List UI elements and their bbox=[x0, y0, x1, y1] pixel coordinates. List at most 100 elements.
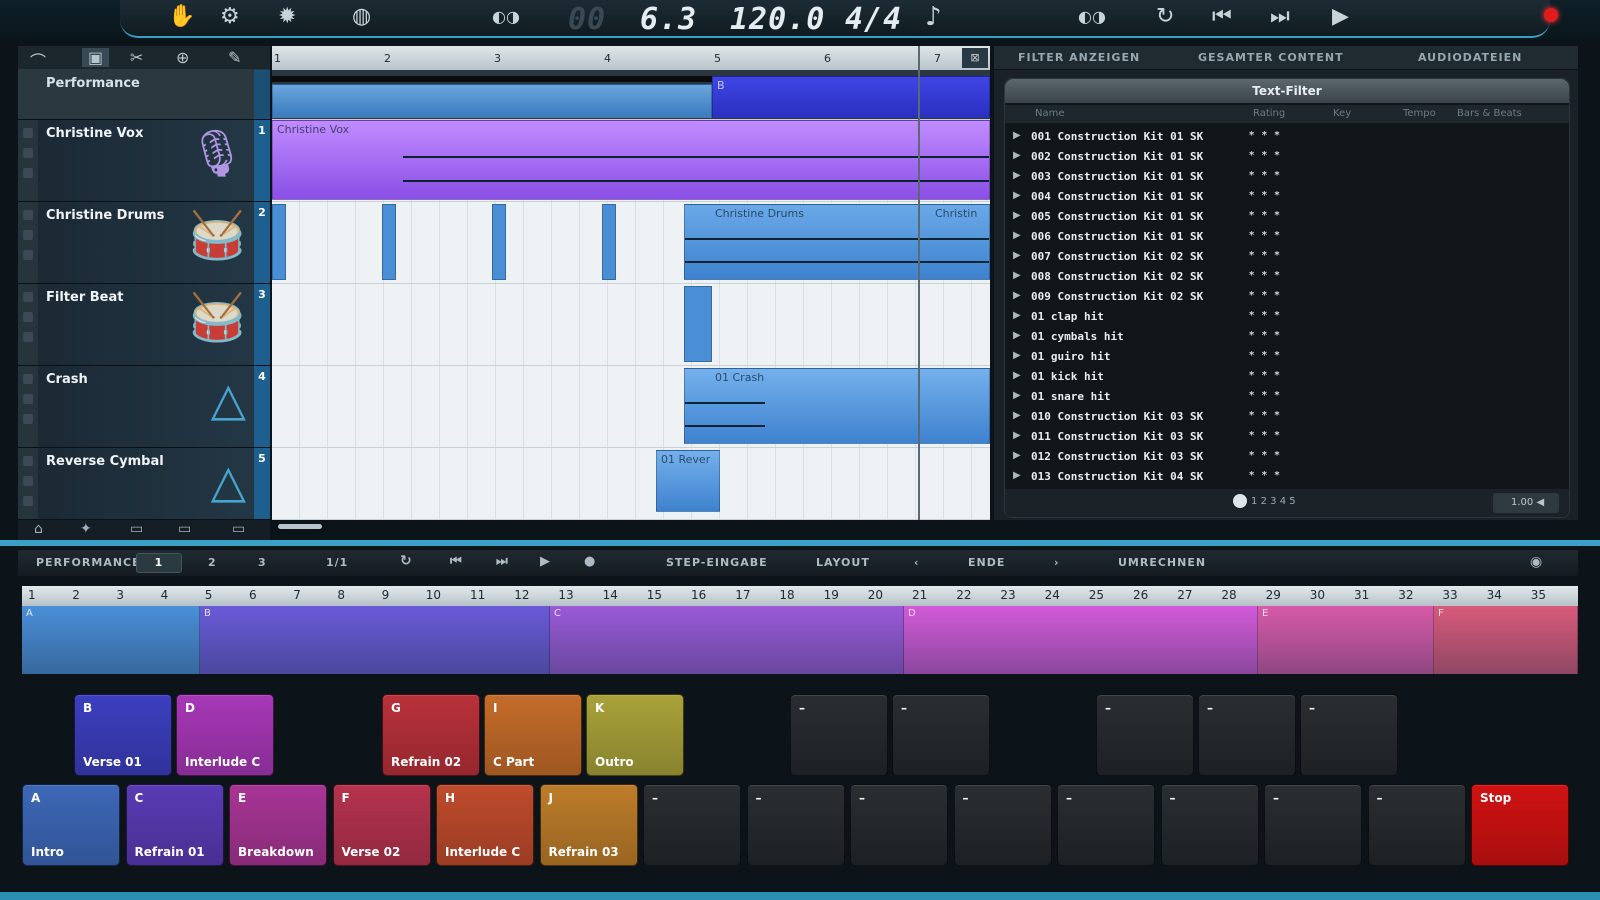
record-mode-icon[interactable]: ◐◑ bbox=[1078, 6, 1106, 28]
drum-hit-clip[interactable] bbox=[492, 204, 506, 280]
play-preview-icon[interactable]: ▶ bbox=[1013, 430, 1021, 441]
scene-pad[interactable]: – bbox=[1300, 694, 1398, 776]
clip-crash[interactable]: 01 Crash bbox=[684, 368, 990, 444]
forward-icon[interactable]: ⏭ bbox=[496, 554, 509, 569]
mute-button[interactable] bbox=[23, 210, 33, 220]
play-preview-icon[interactable]: ▶ bbox=[1013, 250, 1021, 261]
play-preview-icon[interactable]: ▶ bbox=[1013, 290, 1021, 301]
monitor-icon[interactable]: ▭ bbox=[232, 521, 245, 537]
scene-pad[interactable]: – bbox=[1057, 784, 1155, 866]
scene-pad[interactable]: E Breakdown bbox=[229, 784, 327, 866]
browser-row[interactable]: ▶ 005 Construction Kit 01 SK * * * bbox=[1005, 207, 1569, 227]
monitor-icon[interactable]: ▭ bbox=[130, 521, 143, 537]
track-christine-vox[interactable]: Christine Vox 🎙 1 bbox=[18, 120, 270, 202]
tempo-display[interactable]: 120.0 bbox=[730, 2, 825, 37]
row-rating[interactable]: * * * bbox=[1249, 170, 1282, 181]
loop-icon[interactable]: ↻ bbox=[1156, 6, 1174, 28]
loop-toggle-icon[interactable]: ◐◑ bbox=[492, 6, 520, 28]
scene-pad[interactable]: – bbox=[1367, 784, 1466, 866]
clip-christine-vox[interactable]: Christine Vox bbox=[272, 120, 990, 200]
solo-button[interactable] bbox=[23, 312, 33, 322]
row-rating[interactable]: * * * bbox=[1249, 250, 1282, 261]
browser-row[interactable]: ▶ 01 snare hit * * * bbox=[1005, 387, 1569, 407]
split-tool-icon[interactable]: ✂ bbox=[130, 48, 143, 67]
scene-pad[interactable]: H Interlude C bbox=[436, 784, 534, 866]
row-rating[interactable]: * * * bbox=[1249, 270, 1282, 281]
monitor-icon[interactable]: ▭ bbox=[178, 521, 191, 537]
hand-icon[interactable]: ✋ bbox=[168, 6, 195, 28]
solo-button[interactable] bbox=[23, 476, 33, 486]
record-button[interactable] bbox=[1544, 8, 1558, 22]
mute-button[interactable] bbox=[23, 292, 33, 302]
scene-pad[interactable]: – bbox=[1160, 784, 1259, 866]
row-rating[interactable]: * * * bbox=[1249, 390, 1282, 401]
track-reverse-cymbal[interactable]: Reverse Cymbal △ 5 bbox=[18, 448, 270, 520]
sequence-segment[interactable]: A bbox=[22, 606, 200, 674]
scene-pad[interactable]: – bbox=[1096, 694, 1194, 776]
tab-filter[interactable]: FILTER ANZEIGEN bbox=[1018, 51, 1140, 64]
play-preview-icon[interactable]: ▶ bbox=[1013, 210, 1021, 221]
arm-button[interactable] bbox=[23, 250, 33, 260]
step-input-button[interactable]: STEP-EINGABE bbox=[666, 556, 768, 569]
quantize-display[interactable]: 1/1 bbox=[326, 556, 348, 569]
browser-row[interactable]: ▶ 003 Construction Kit 01 SK * * * bbox=[1005, 167, 1569, 187]
page-label[interactable]: 4 bbox=[1280, 496, 1286, 507]
play-preview-icon[interactable]: ▶ bbox=[1013, 170, 1021, 181]
row-rating[interactable]: * * * bbox=[1249, 130, 1282, 141]
row-rating[interactable]: * * * bbox=[1249, 370, 1282, 381]
add-track-icon[interactable]: ⌂ bbox=[34, 521, 43, 537]
signature-display[interactable]: 4/4 bbox=[845, 2, 902, 37]
playhead[interactable] bbox=[918, 46, 920, 520]
drum-hit-clip[interactable] bbox=[382, 204, 396, 280]
play-icon[interactable]: ▶ bbox=[1332, 6, 1349, 28]
arranger-ruler[interactable]: 1 2 3 4 5 6 7 ⊠ bbox=[272, 46, 990, 70]
page-dot-active[interactable] bbox=[1233, 494, 1247, 508]
play-preview-icon[interactable]: ▶ bbox=[1013, 310, 1021, 321]
play-preview-icon[interactable]: ▶ bbox=[1013, 270, 1021, 281]
mute-button[interactable] bbox=[23, 374, 33, 384]
chevron-left-icon[interactable]: ‹ bbox=[914, 556, 920, 569]
bank-3-button[interactable]: 3 bbox=[258, 556, 267, 569]
play-preview-icon[interactable]: ▶ bbox=[1013, 330, 1021, 341]
page-label[interactable]: 2 bbox=[1261, 496, 1267, 507]
stretch-tool-icon[interactable]: ⊕ bbox=[176, 48, 189, 67]
browser-row[interactable]: ▶ 002 Construction Kit 01 SK * * * bbox=[1005, 147, 1569, 167]
browser-row[interactable]: ▶ 004 Construction Kit 01 SK * * * bbox=[1005, 187, 1569, 207]
play-preview-icon[interactable]: ▶ bbox=[1013, 370, 1021, 381]
solo-button[interactable] bbox=[23, 394, 33, 404]
row-rating[interactable]: * * * bbox=[1249, 470, 1282, 481]
page-label[interactable]: 1 bbox=[1251, 496, 1257, 507]
convert-button[interactable]: UMRECHNEN bbox=[1118, 556, 1206, 569]
row-rating[interactable]: * * * bbox=[1249, 190, 1282, 201]
sequence-segment[interactable]: C bbox=[550, 606, 904, 674]
scene-pad[interactable]: A Intro bbox=[22, 784, 120, 866]
filter-beat-clip[interactable] bbox=[684, 286, 712, 362]
scene-pad[interactable]: K Outro bbox=[586, 694, 684, 776]
row-rating[interactable]: * * * bbox=[1249, 430, 1282, 441]
chevron-right-icon[interactable]: › bbox=[1054, 556, 1060, 569]
scene-pad[interactable]: – bbox=[643, 784, 741, 866]
row-rating[interactable]: * * * bbox=[1249, 450, 1282, 461]
scene-pad[interactable]: J Refrain 03 bbox=[539, 784, 638, 866]
drum-hit-clip[interactable] bbox=[272, 204, 286, 280]
zoom-button[interactable]: ⊠ bbox=[962, 48, 988, 68]
solo-button[interactable] bbox=[23, 148, 33, 158]
play-preview-icon[interactable]: ▶ bbox=[1013, 450, 1021, 461]
scene-pad[interactable]: – bbox=[892, 694, 990, 776]
browser-row[interactable]: ▶ 011 Construction Kit 03 SK * * * bbox=[1005, 427, 1569, 447]
tab-all-content[interactable]: GESAMTER CONTENT bbox=[1198, 51, 1344, 64]
page-dots[interactable]: 1 2 3 4 5 bbox=[1233, 494, 1296, 508]
scene-pad[interactable]: – bbox=[1198, 694, 1296, 776]
col-bars[interactable]: Bars & Beats bbox=[1457, 108, 1522, 119]
pencil-tool-icon[interactable]: ✎ bbox=[228, 48, 241, 67]
duplicate-track-icon[interactable]: ✦ bbox=[80, 521, 92, 537]
col-key[interactable]: Key bbox=[1333, 108, 1351, 119]
play-preview-icon[interactable]: ▶ bbox=[1013, 470, 1021, 481]
page-label[interactable]: 3 bbox=[1270, 496, 1276, 507]
arm-button[interactable] bbox=[23, 414, 33, 424]
row-rating[interactable]: * * * bbox=[1249, 350, 1282, 361]
scene-pad[interactable]: G Refrain 02 bbox=[382, 694, 480, 776]
browser-row[interactable]: ▶ 010 Construction Kit 03 SK * * * bbox=[1005, 407, 1569, 427]
clip-christine-drums[interactable]: Christine Drums Christin bbox=[684, 204, 990, 280]
record-icon[interactable]: ● bbox=[584, 554, 596, 569]
